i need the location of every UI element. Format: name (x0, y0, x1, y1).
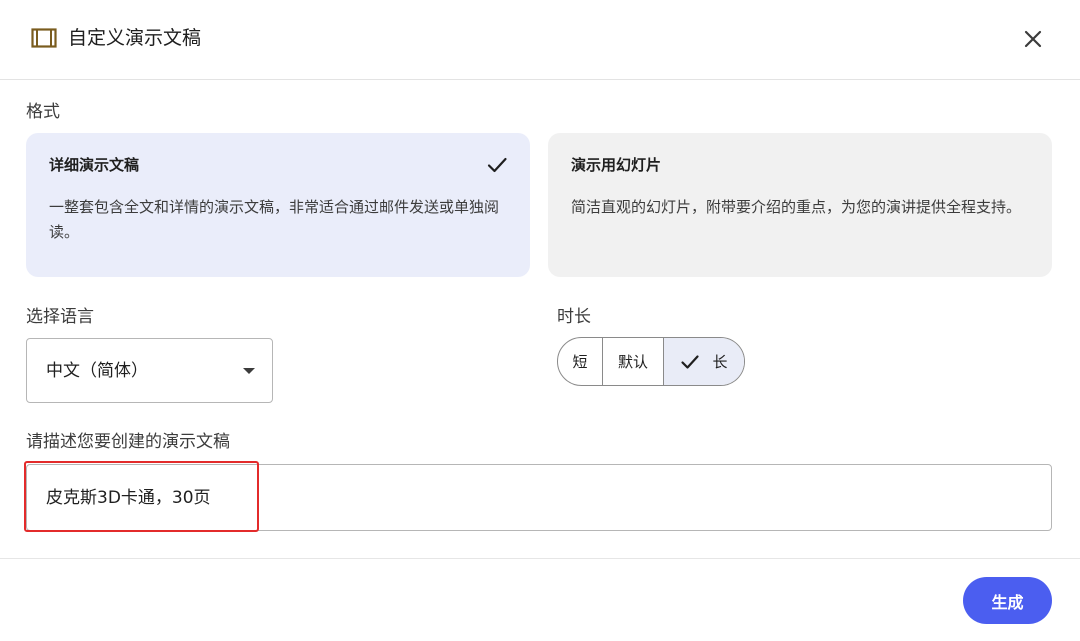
dialog-title: 自定义演示文稿 (68, 27, 202, 49)
language-select[interactable]: 中文（简体） (26, 338, 273, 403)
dialog-header: 自定义演示文稿 (0, 0, 1080, 80)
duration-segmented-control: 短 默认 长 (557, 337, 745, 386)
format-option-slides[interactable]: 演示用幻灯片 简洁直观的幻灯片，附带要介绍的重点，为您的演讲提供全程支持。 (548, 133, 1052, 277)
format-option-detailed[interactable]: 详细演示文稿 一整套包含全文和详情的演示文稿，非常适合通过邮件发送或单独阅读。 (26, 133, 530, 277)
slides-frame-icon (31, 28, 57, 48)
format-option-description: 一整套包含全文和详情的演示文稿，非常适合通过邮件发送或单独阅读。 (49, 198, 500, 241)
duration-option-long-label: 长 (712, 353, 728, 371)
prompt-input-value: 皮克斯3D卡通，30页 (46, 488, 211, 508)
language-label: 选择语言 (26, 307, 94, 327)
prompt-input[interactable]: 皮克斯3D卡通，30页 (26, 464, 1052, 531)
duration-option-long[interactable]: 长 (664, 338, 744, 385)
customize-presentation-dialog: 自定义演示文稿 格式 详细演示文稿 一整套包含全文和详情的演示文稿，非常适合通过… (0, 0, 1080, 641)
close-icon[interactable] (1018, 24, 1048, 54)
check-icon (487, 157, 507, 173)
duration-label: 时长 (557, 307, 591, 327)
format-option-description: 简洁直观的幻灯片，附带要介绍的重点，为您的演讲提供全程支持。 (571, 198, 1022, 216)
language-select-value: 中文（简体） (46, 361, 148, 381)
check-icon (681, 354, 700, 369)
format-option-title: 详细演示文稿 (49, 156, 140, 174)
prompt-label: 请描述您要创建的演示文稿 (26, 432, 230, 452)
dropdown-arrow-icon (243, 368, 255, 374)
footer-divider (0, 558, 1080, 559)
duration-option-default[interactable]: 默认 (603, 338, 664, 385)
duration-option-short[interactable]: 短 (558, 338, 603, 385)
format-label: 格式 (26, 102, 60, 122)
format-option-title: 演示用幻灯片 (571, 156, 662, 174)
generate-button[interactable]: 生成 (963, 577, 1052, 624)
